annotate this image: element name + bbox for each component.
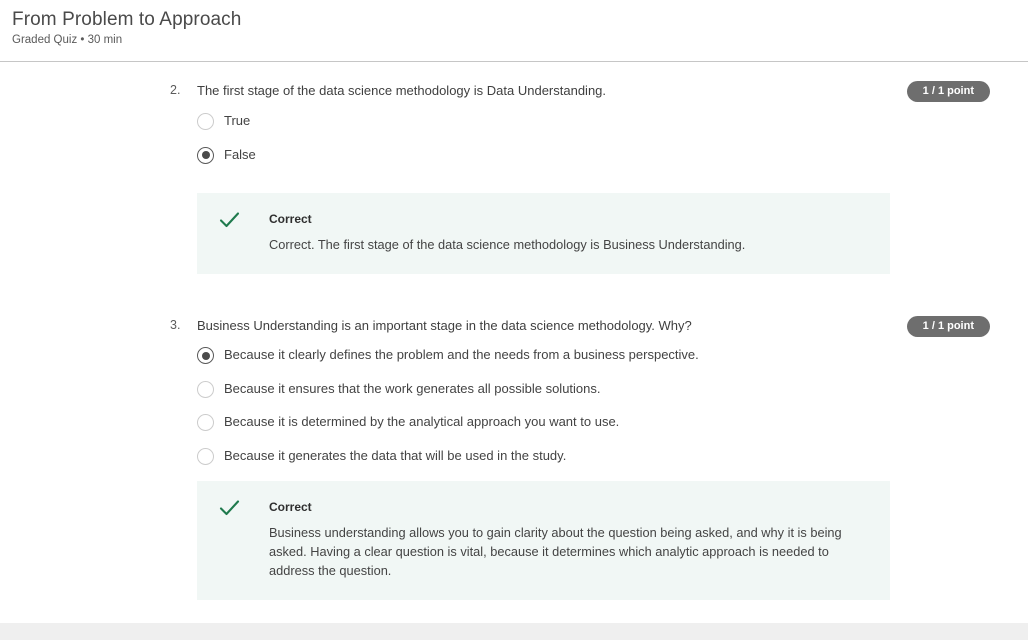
check-icon bbox=[219, 498, 240, 519]
quiz-body: 2. The first stage of the data science m… bbox=[0, 62, 1028, 623]
question-block: 2. The first stage of the data science m… bbox=[0, 81, 1028, 274]
question-prompt: The first stage of the data science meth… bbox=[197, 83, 607, 98]
feedback-text: Correct. The first stage of the data sci… bbox=[269, 237, 746, 252]
quiz-meta: Graded Quiz • 30 min bbox=[12, 34, 123, 46]
question-header: 3. Business Understanding is an importan… bbox=[0, 316, 1028, 340]
feedback-status: Correct bbox=[269, 212, 312, 226]
feedback-box: Correct Correct. The first stage of the … bbox=[197, 193, 890, 274]
points-badge: 1 / 1 point bbox=[906, 81, 990, 102]
radio-button-icon[interactable] bbox=[197, 447, 214, 465]
question-prompt: Business Understanding is an important s… bbox=[197, 318, 692, 333]
question-number: 3. bbox=[170, 318, 181, 332]
quiz-header: From Problem to Approach Graded Quiz • 3… bbox=[0, 0, 1028, 62]
radio-button-icon[interactable] bbox=[197, 380, 214, 398]
radio-button-icon[interactable] bbox=[197, 146, 214, 164]
option-label: Because it clearly defines the problem a… bbox=[224, 347, 699, 362]
option-label: Because it is determined by the analytic… bbox=[224, 414, 620, 429]
option-row[interactable]: Because it is determined by the analytic… bbox=[0, 409, 1028, 443]
question-number: 2. bbox=[170, 83, 181, 97]
option-row[interactable]: True bbox=[0, 108, 1028, 142]
option-label: False bbox=[224, 146, 256, 162]
footer-band bbox=[0, 623, 1028, 640]
option-label: True bbox=[224, 113, 251, 128]
option-row[interactable]: False bbox=[0, 142, 1028, 176]
question-header: 2. The first stage of the data science m… bbox=[0, 81, 1028, 105]
radio-button-icon[interactable] bbox=[197, 347, 214, 364]
radio-button-icon[interactable] bbox=[197, 113, 214, 130]
option-row[interactable]: Because it generates the data that will … bbox=[0, 443, 1028, 477]
points-badge: 1 / 1 point bbox=[906, 316, 990, 337]
option-label: Because it ensures that the work generat… bbox=[224, 380, 601, 396]
answer-options: True False bbox=[0, 108, 1028, 175]
question-block: 3. Business Understanding is an importan… bbox=[0, 316, 1028, 600]
page-title: From Problem to Approach bbox=[12, 9, 242, 30]
option-row[interactable]: Because it ensures that the work generat… bbox=[0, 376, 1028, 410]
answer-options: Because it clearly defines the problem a… bbox=[0, 342, 1028, 476]
radio-button-icon[interactable] bbox=[197, 414, 214, 431]
feedback-box: Correct Business understanding allows yo… bbox=[197, 481, 890, 600]
feedback-text: Business understanding allows you to gai… bbox=[269, 525, 842, 578]
option-label: Because it generates the data that will … bbox=[224, 447, 567, 463]
option-row[interactable]: Because it clearly defines the problem a… bbox=[0, 342, 1028, 376]
check-icon bbox=[219, 210, 240, 231]
feedback-status: Correct bbox=[269, 500, 312, 514]
